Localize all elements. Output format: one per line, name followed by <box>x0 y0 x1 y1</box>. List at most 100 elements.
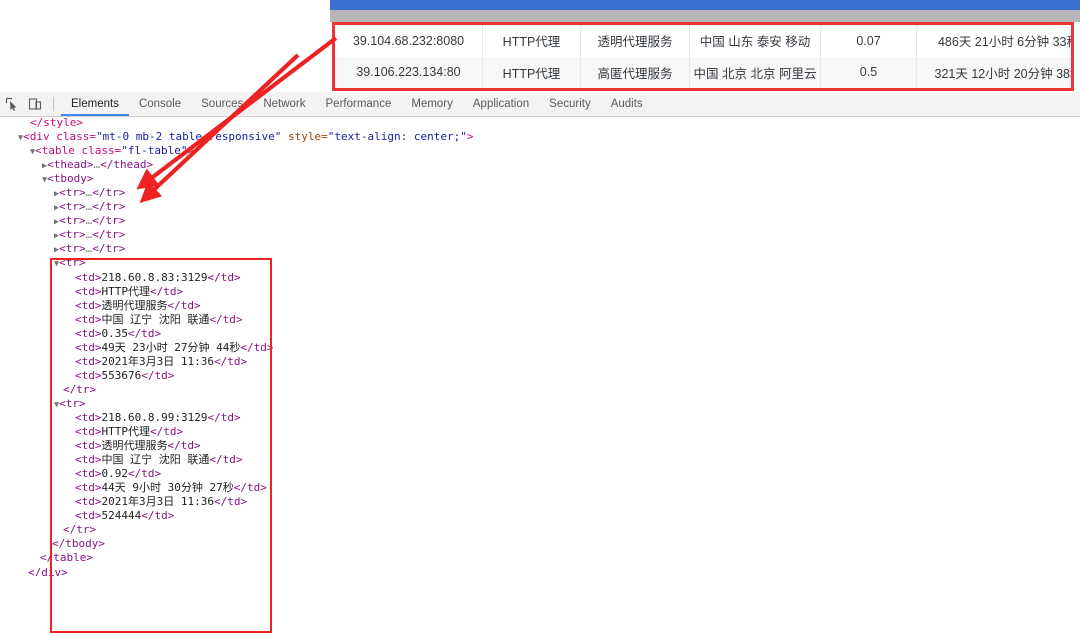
tab-performance[interactable]: Performance <box>316 93 402 116</box>
dom-line-div-close[interactable]: </div> <box>0 566 1080 577</box>
cell-type: HTTP代理 <box>482 56 581 88</box>
dom-text: </td> <box>207 270 241 284</box>
dom-text: <tbody> <box>47 172 94 186</box>
dom-text: </td> <box>128 467 162 481</box>
dom-tree[interactable]: </style> ▼<div class="mt-0 mb-2 table-re… <box>0 116 1080 576</box>
dom-text: <td> <box>75 284 102 298</box>
dom-text: </td> <box>209 312 243 326</box>
dom-text: </tr> <box>92 242 126 256</box>
dom-line-tr-collapsed[interactable]: ▶<tr>…</tr> <box>0 186 1080 200</box>
tab-sources[interactable]: Sources <box>191 93 253 116</box>
dom-line-tr-collapsed[interactable]: ▶<tr>…</tr> <box>0 214 1080 228</box>
proxy-list-table-highlight: 39.104.68.232:8080 HTTP代理 透明代理服务 中国 山东 泰… <box>332 22 1074 91</box>
dom-line-tr-close[interactable]: </tr> <box>0 383 1080 397</box>
dom-td-value: 218.60.8.83:3129 <box>101 270 208 284</box>
dom-line-tr-expanded[interactable]: ▼<tr> <box>0 256 1080 270</box>
dom-line-tbody[interactable]: ▼<tbody> <box>0 172 1080 186</box>
proxy-list-table: 39.104.68.232:8080 HTTP代理 透明代理服务 中国 山东 泰… <box>335 25 1071 88</box>
dom-text: </tr> <box>92 214 126 228</box>
tab-security[interactable]: Security <box>539 93 601 116</box>
dom-text: </td> <box>213 495 248 509</box>
dom-text: <td> <box>75 467 102 481</box>
dom-text: </td> <box>233 481 267 495</box>
dom-attr-value: "fl-table" <box>121 144 188 158</box>
dom-line-td[interactable]: <td>44天 9小时 30分钟 27秒</td> <box>0 481 1080 495</box>
tab-memory[interactable]: Memory <box>401 93 463 116</box>
dom-text: <td> <box>75 354 102 368</box>
dom-line-td[interactable]: <td>218.60.8.83:3129</td> <box>0 271 1080 285</box>
tab-audits[interactable]: Audits <box>601 93 653 116</box>
table-row[interactable]: 39.104.68.232:8080 HTTP代理 透明代理服务 中国 山东 泰… <box>335 25 1071 57</box>
dom-line-td[interactable]: <td>0.92</td> <box>0 467 1080 481</box>
dom-text: </tr> <box>92 186 126 200</box>
toolbar-divider <box>53 97 54 111</box>
cell-type: HTTP代理 <box>482 25 581 57</box>
dom-text: </td> <box>240 340 274 354</box>
table-row[interactable]: 39.106.223.134:80 HTTP代理 高匿代理服务 中国 北京 北京… <box>335 56 1071 88</box>
inspect-element-icon[interactable] <box>1 93 23 115</box>
dom-line[interactable]: ▶<thead>…</thead> <box>0 158 1080 172</box>
dom-line-td[interactable]: <td>2021年3月3日 11:36</td> <box>0 355 1080 369</box>
device-toolbar-icon[interactable] <box>24 93 46 115</box>
cell-location: 中国 山东 泰安 移动 <box>689 25 821 57</box>
dom-text: <td> <box>75 410 102 424</box>
dom-line-td[interactable]: <td>2021年3月3日 11:36</td> <box>0 495 1080 509</box>
dom-text: <table class= <box>35 144 122 158</box>
dom-td-value: 中国 辽宁 沈阳 联通 <box>101 453 210 467</box>
dom-line-td[interactable]: <td>49天 23小时 27分钟 44秒</td> <box>0 341 1080 355</box>
dom-text: <td> <box>75 270 102 284</box>
dom-line-td[interactable]: <td>524444</td> <box>0 509 1080 523</box>
dom-line-td[interactable]: <td>透明代理服务</td> <box>0 299 1080 313</box>
dom-line-td[interactable]: <td>中国 辽宁 沈阳 联通</td> <box>0 453 1080 467</box>
dom-text: <td> <box>75 481 102 495</box>
tab-console[interactable]: Console <box>129 93 191 116</box>
dom-text: </tr> <box>92 200 126 214</box>
dom-text: <td> <box>75 495 102 509</box>
dom-line-table-close[interactable]: </table> <box>0 551 1080 565</box>
dom-line[interactable]: ▼<div class="mt-0 mb-2 table-responsive"… <box>0 130 1080 144</box>
dom-td-value: 透明代理服务 <box>101 298 168 312</box>
dom-text: <thead> <box>47 158 94 172</box>
cell-location: 中国 北京 北京 阿里云 <box>689 56 821 88</box>
dom-attr-value: "text-align: center;" <box>327 130 467 144</box>
dom-text: <tr> <box>59 186 86 200</box>
dom-line-td[interactable]: <td>0.35</td> <box>0 327 1080 341</box>
dom-line-td[interactable]: <td>HTTP代理</td> <box>0 285 1080 299</box>
dom-line-tr-close[interactable]: </tr> <box>0 523 1080 537</box>
dom-line-td[interactable]: <td>透明代理服务</td> <box>0 439 1080 453</box>
browser-blue-bar <box>330 0 1080 10</box>
dom-line-tr-collapsed[interactable]: ▶<tr>…</tr> <box>0 200 1080 214</box>
dom-line-td[interactable]: <td>218.60.8.99:3129</td> <box>0 411 1080 425</box>
dom-line-tr-expanded[interactable]: ▼<tr> <box>0 397 1080 411</box>
proxy-table-body: 39.104.68.232:8080 HTTP代理 透明代理服务 中国 山东 泰… <box>335 25 1071 88</box>
dom-text: </tr> <box>63 523 97 537</box>
dom-td-value: 0.92 <box>101 467 129 481</box>
cell-uptime: 486天 21小时 6分钟 33秒 <box>916 25 1071 57</box>
dom-line-tr-collapsed[interactable]: ▶<tr>…</tr> <box>0 242 1080 256</box>
tab-elements[interactable]: Elements <box>61 93 129 116</box>
dom-line-td[interactable]: <td>HTTP代理</td> <box>0 425 1080 439</box>
dom-text: <td> <box>75 509 102 523</box>
cell-uptime: 321天 12小时 20分钟 38秒 <box>916 56 1071 88</box>
dom-text: </td> <box>213 354 248 368</box>
dom-line-td[interactable]: <td>中国 辽宁 沈阳 联通</td> <box>0 313 1080 327</box>
dom-text: </td> <box>167 298 201 312</box>
dom-line-td[interactable]: <td>553676</td> <box>0 369 1080 383</box>
dom-text: </tr> <box>92 228 126 242</box>
tab-network[interactable]: Network <box>253 93 315 116</box>
dom-text: </table> <box>40 551 93 565</box>
tab-application[interactable]: Application <box>463 93 539 116</box>
cell-anonymity: 透明代理服务 <box>580 25 690 57</box>
dom-td-value: 2021年3月3日 11:36 <box>101 495 214 509</box>
dom-line-tr-collapsed[interactable]: ▶<tr>…</tr> <box>0 228 1080 242</box>
dom-line[interactable]: ▼<table class="fl-table"> <box>0 144 1080 158</box>
dom-text: <tr> <box>59 256 86 270</box>
dom-text: <td> <box>75 340 102 354</box>
cell-anonymity: 高匿代理服务 <box>580 56 690 88</box>
dom-text: <td> <box>75 425 102 439</box>
dom-td-value: HTTP代理 <box>101 284 151 298</box>
dom-td-value: 49天 23小时 27分钟 44秒 <box>101 340 241 354</box>
dom-text: </thead> <box>100 158 154 172</box>
dom-line[interactable]: </style> <box>0 116 1080 130</box>
dom-line-tbody-close[interactable]: </tbody> <box>0 537 1080 551</box>
